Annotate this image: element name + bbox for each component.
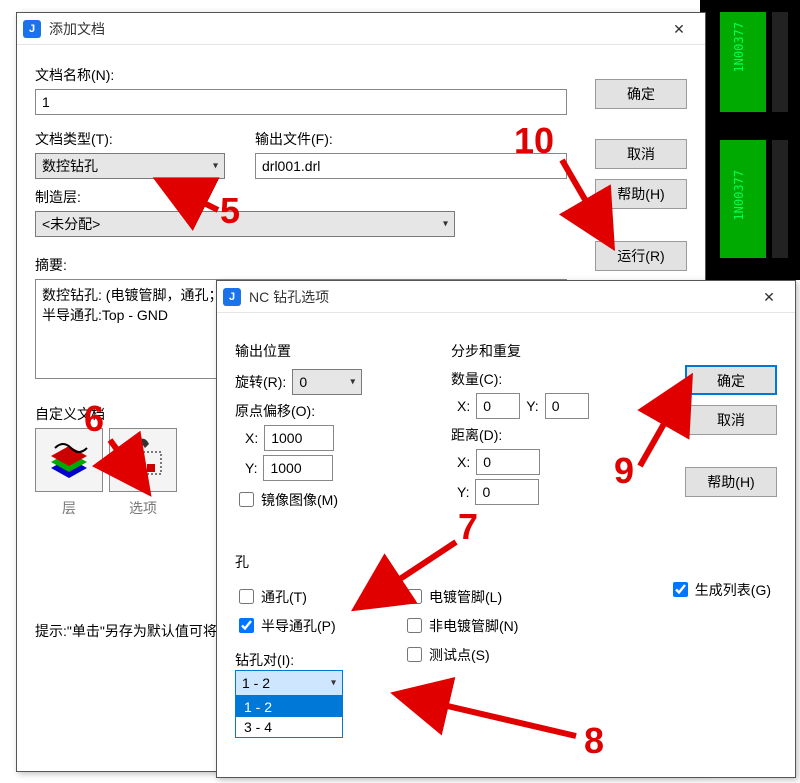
- fab-layer-select[interactable]: <未分配> ▾: [35, 211, 455, 237]
- drill-pair-option-1[interactable]: 1 - 2: [236, 697, 342, 717]
- dist-x-input[interactable]: [476, 449, 540, 475]
- nonplated-pin-checkbox[interactable]: 非电镀管脚(N): [403, 615, 518, 636]
- summary-label: 摘要:: [35, 255, 567, 275]
- through-hole-checkbox[interactable]: 通孔(T): [235, 586, 307, 607]
- partial-hole-checkbox[interactable]: 半导通孔(P): [235, 615, 336, 636]
- dist-y-input[interactable]: [475, 479, 539, 505]
- app-icon: J: [223, 288, 241, 306]
- help-button[interactable]: 帮助(H): [595, 179, 687, 209]
- dist-x-label: X:: [457, 454, 470, 470]
- layers-button[interactable]: [35, 428, 103, 492]
- hole-group-label: 孔: [235, 552, 777, 572]
- options-button[interactable]: [109, 428, 177, 492]
- options-caption: 选项: [109, 498, 177, 518]
- test-point-label: 测试点(S): [429, 645, 490, 665]
- count-x-input[interactable]: [476, 393, 520, 419]
- nc-cancel-button[interactable]: 取消: [685, 405, 777, 435]
- drill-pair-value: 1 - 2: [242, 675, 270, 691]
- pcb-label-1: 1N00377: [732, 22, 746, 73]
- origin-x-label: X:: [245, 430, 258, 446]
- pcb-label-2: 1N00377: [732, 170, 746, 221]
- drill-pair-popup[interactable]: 1 - 2 3 - 4: [235, 696, 343, 738]
- step-repeat-group-label: 分步和重复: [451, 341, 617, 361]
- origin-y-label: Y:: [245, 460, 257, 476]
- doc-type-select[interactable]: 数控钻孔 ▾: [35, 153, 225, 179]
- rotation-select[interactable]: 0 ▾: [292, 369, 362, 395]
- dist-y-label: Y:: [457, 484, 469, 500]
- count-y-input[interactable]: [545, 393, 589, 419]
- nc-drill-options-dialog: J NC 钻孔选项 ✕ 输出位置 旋转(R): 0 ▾ 原点偏移(O):: [216, 280, 796, 778]
- plated-pin-label: 电镀管脚(L): [429, 587, 502, 607]
- origin-offset-label: 原点偏移(O):: [235, 401, 413, 421]
- chevron-down-icon: ▾: [331, 678, 336, 689]
- run-button[interactable]: 运行(R): [595, 241, 687, 271]
- count-label: 数量(C):: [451, 369, 617, 389]
- nc-drill-title: NC 钻孔选项: [249, 287, 749, 307]
- drill-pair-option-2[interactable]: 3 - 4: [236, 717, 342, 737]
- plated-pin-checkbox[interactable]: 电镀管脚(L): [403, 586, 502, 607]
- generate-list-label: 生成列表(G): [695, 580, 771, 600]
- nc-ok-button[interactable]: 确定: [685, 365, 777, 395]
- doc-name-input[interactable]: [35, 89, 567, 115]
- nc-help-button[interactable]: 帮助(H): [685, 467, 777, 497]
- add-document-title: 添加文档: [49, 19, 659, 39]
- app-icon: J: [23, 20, 41, 38]
- doc-type-label: 文档类型(T):: [35, 129, 235, 149]
- drill-pair-select[interactable]: 1 - 2 ▾: [235, 670, 343, 696]
- ok-button[interactable]: 确定: [595, 79, 687, 109]
- mirror-image-checkbox[interactable]: 镜像图像(M): [235, 489, 338, 510]
- output-file-input[interactable]: [255, 153, 567, 179]
- chevron-down-icon: ▾: [213, 161, 218, 172]
- doc-type-value: 数控钻孔: [42, 156, 98, 176]
- output-file-label: 输出文件(F):: [255, 129, 567, 149]
- doc-name-label: 文档名称(N):: [35, 65, 567, 85]
- through-hole-label: 通孔(T): [261, 587, 307, 607]
- cancel-button[interactable]: 取消: [595, 139, 687, 169]
- nc-drill-close-button[interactable]: ✕: [749, 283, 789, 311]
- fab-layer-label: 制造层:: [35, 187, 567, 207]
- mirror-image-label: 镜像图像(M): [261, 490, 338, 510]
- rotation-label: 旋转(R):: [235, 372, 286, 392]
- generate-list-checkbox[interactable]: 生成列表(G): [669, 579, 771, 600]
- nonplated-pin-label: 非电镀管脚(N): [429, 616, 518, 636]
- drill-pair-label: 钻孔对(I):: [235, 650, 343, 670]
- count-x-label: X:: [457, 398, 470, 414]
- layers-caption: 层: [35, 498, 103, 518]
- chevron-down-icon: ▾: [443, 219, 448, 230]
- chevron-down-icon: ▾: [350, 377, 355, 388]
- rotation-value: 0: [299, 374, 307, 390]
- test-point-checkbox[interactable]: 测试点(S): [403, 644, 490, 665]
- output-pos-group-label: 输出位置: [235, 341, 413, 361]
- add-document-close-button[interactable]: ✕: [659, 15, 699, 43]
- partial-hole-label: 半导通孔(P): [261, 616, 336, 636]
- distance-label: 距离(D):: [451, 425, 617, 445]
- origin-y-input[interactable]: [263, 455, 333, 481]
- fab-layer-value: <未分配>: [42, 214, 100, 234]
- origin-x-input[interactable]: [264, 425, 334, 451]
- count-y-label: Y:: [526, 398, 538, 414]
